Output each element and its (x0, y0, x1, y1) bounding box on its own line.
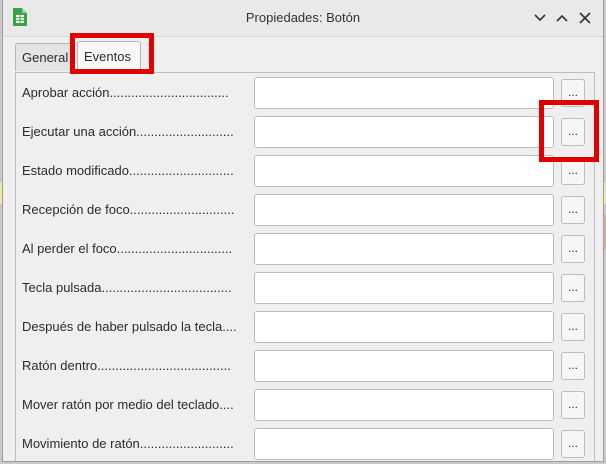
assign-macro-button[interactable]: ... (561, 235, 585, 263)
event-label: Ejecutar una acción.....................… (22, 124, 234, 139)
event-label: Recepción de foco.......................… (22, 202, 235, 217)
assign-macro-button[interactable]: ... (561, 157, 585, 185)
tab-general[interactable]: General (15, 43, 75, 71)
event-macro-field[interactable] (254, 77, 554, 109)
event-row: Estado modificado.......................… (16, 155, 594, 187)
event-label: Al perder el foco.......................… (22, 241, 233, 256)
window-title: Propiedades: Botón (245, 10, 361, 25)
events-panel: Aprobar acción..........................… (15, 72, 595, 461)
assign-macro-button[interactable]: ... (561, 430, 585, 458)
event-label: Aprobar acción..........................… (22, 85, 229, 100)
event-row: Después de haber pulsado la tecla.... ..… (16, 311, 594, 343)
event-label: Después de haber pulsado la tecla.... (22, 319, 237, 334)
event-label: Ratón dentro............................… (22, 358, 231, 373)
event-label: Movimiento de ratón.....................… (22, 436, 234, 451)
properties-dialog: Propiedades: Botón General Eventos Aprob… (2, 0, 604, 462)
event-row: Recepción de foco.......................… (16, 194, 594, 226)
event-macro-field[interactable] (254, 389, 554, 421)
event-macro-field[interactable] (254, 272, 554, 304)
event-macro-field[interactable] (254, 350, 554, 382)
assign-macro-button[interactable]: ... (561, 196, 585, 224)
assign-macro-button[interactable]: ... (561, 79, 585, 107)
tab-eventos[interactable]: Eventos (77, 41, 141, 73)
event-row: Aprobar acción..........................… (16, 77, 594, 109)
assign-macro-button[interactable]: ... (561, 391, 585, 419)
title-bar[interactable]: Propiedades: Botón (3, 0, 603, 37)
event-row: Movimiento de ratón.....................… (16, 428, 594, 460)
event-macro-field[interactable] (254, 194, 554, 226)
close-icon[interactable] (576, 9, 594, 27)
event-macro-field[interactable] (254, 116, 554, 148)
event-label: Tecla pulsada...........................… (22, 280, 232, 295)
event-label: Mover ratón por medio del teclado.... (22, 397, 234, 412)
event-macro-field[interactable] (254, 155, 554, 187)
tab-bar: General Eventos (15, 41, 591, 73)
chevron-up-icon[interactable] (553, 9, 571, 27)
assign-macro-button[interactable]: ... (561, 274, 585, 302)
assign-macro-button[interactable]: ... (561, 352, 585, 380)
event-row: Ratón dentro............................… (16, 350, 594, 382)
assign-macro-button[interactable]: ... (561, 118, 585, 146)
event-macro-field[interactable] (254, 233, 554, 265)
chevron-down-icon[interactable] (531, 9, 549, 27)
event-label: Estado modificado.......................… (22, 163, 234, 178)
event-row: Mover ratón por medio del teclado.... ..… (16, 389, 594, 421)
event-row: Tecla pulsada...........................… (16, 272, 594, 304)
assign-macro-button[interactable]: ... (561, 313, 585, 341)
event-row: Ejecutar una acción.....................… (16, 116, 594, 148)
event-macro-field[interactable] (254, 428, 554, 460)
event-macro-field[interactable] (254, 311, 554, 343)
event-row: Al perder el foco.......................… (16, 233, 594, 265)
